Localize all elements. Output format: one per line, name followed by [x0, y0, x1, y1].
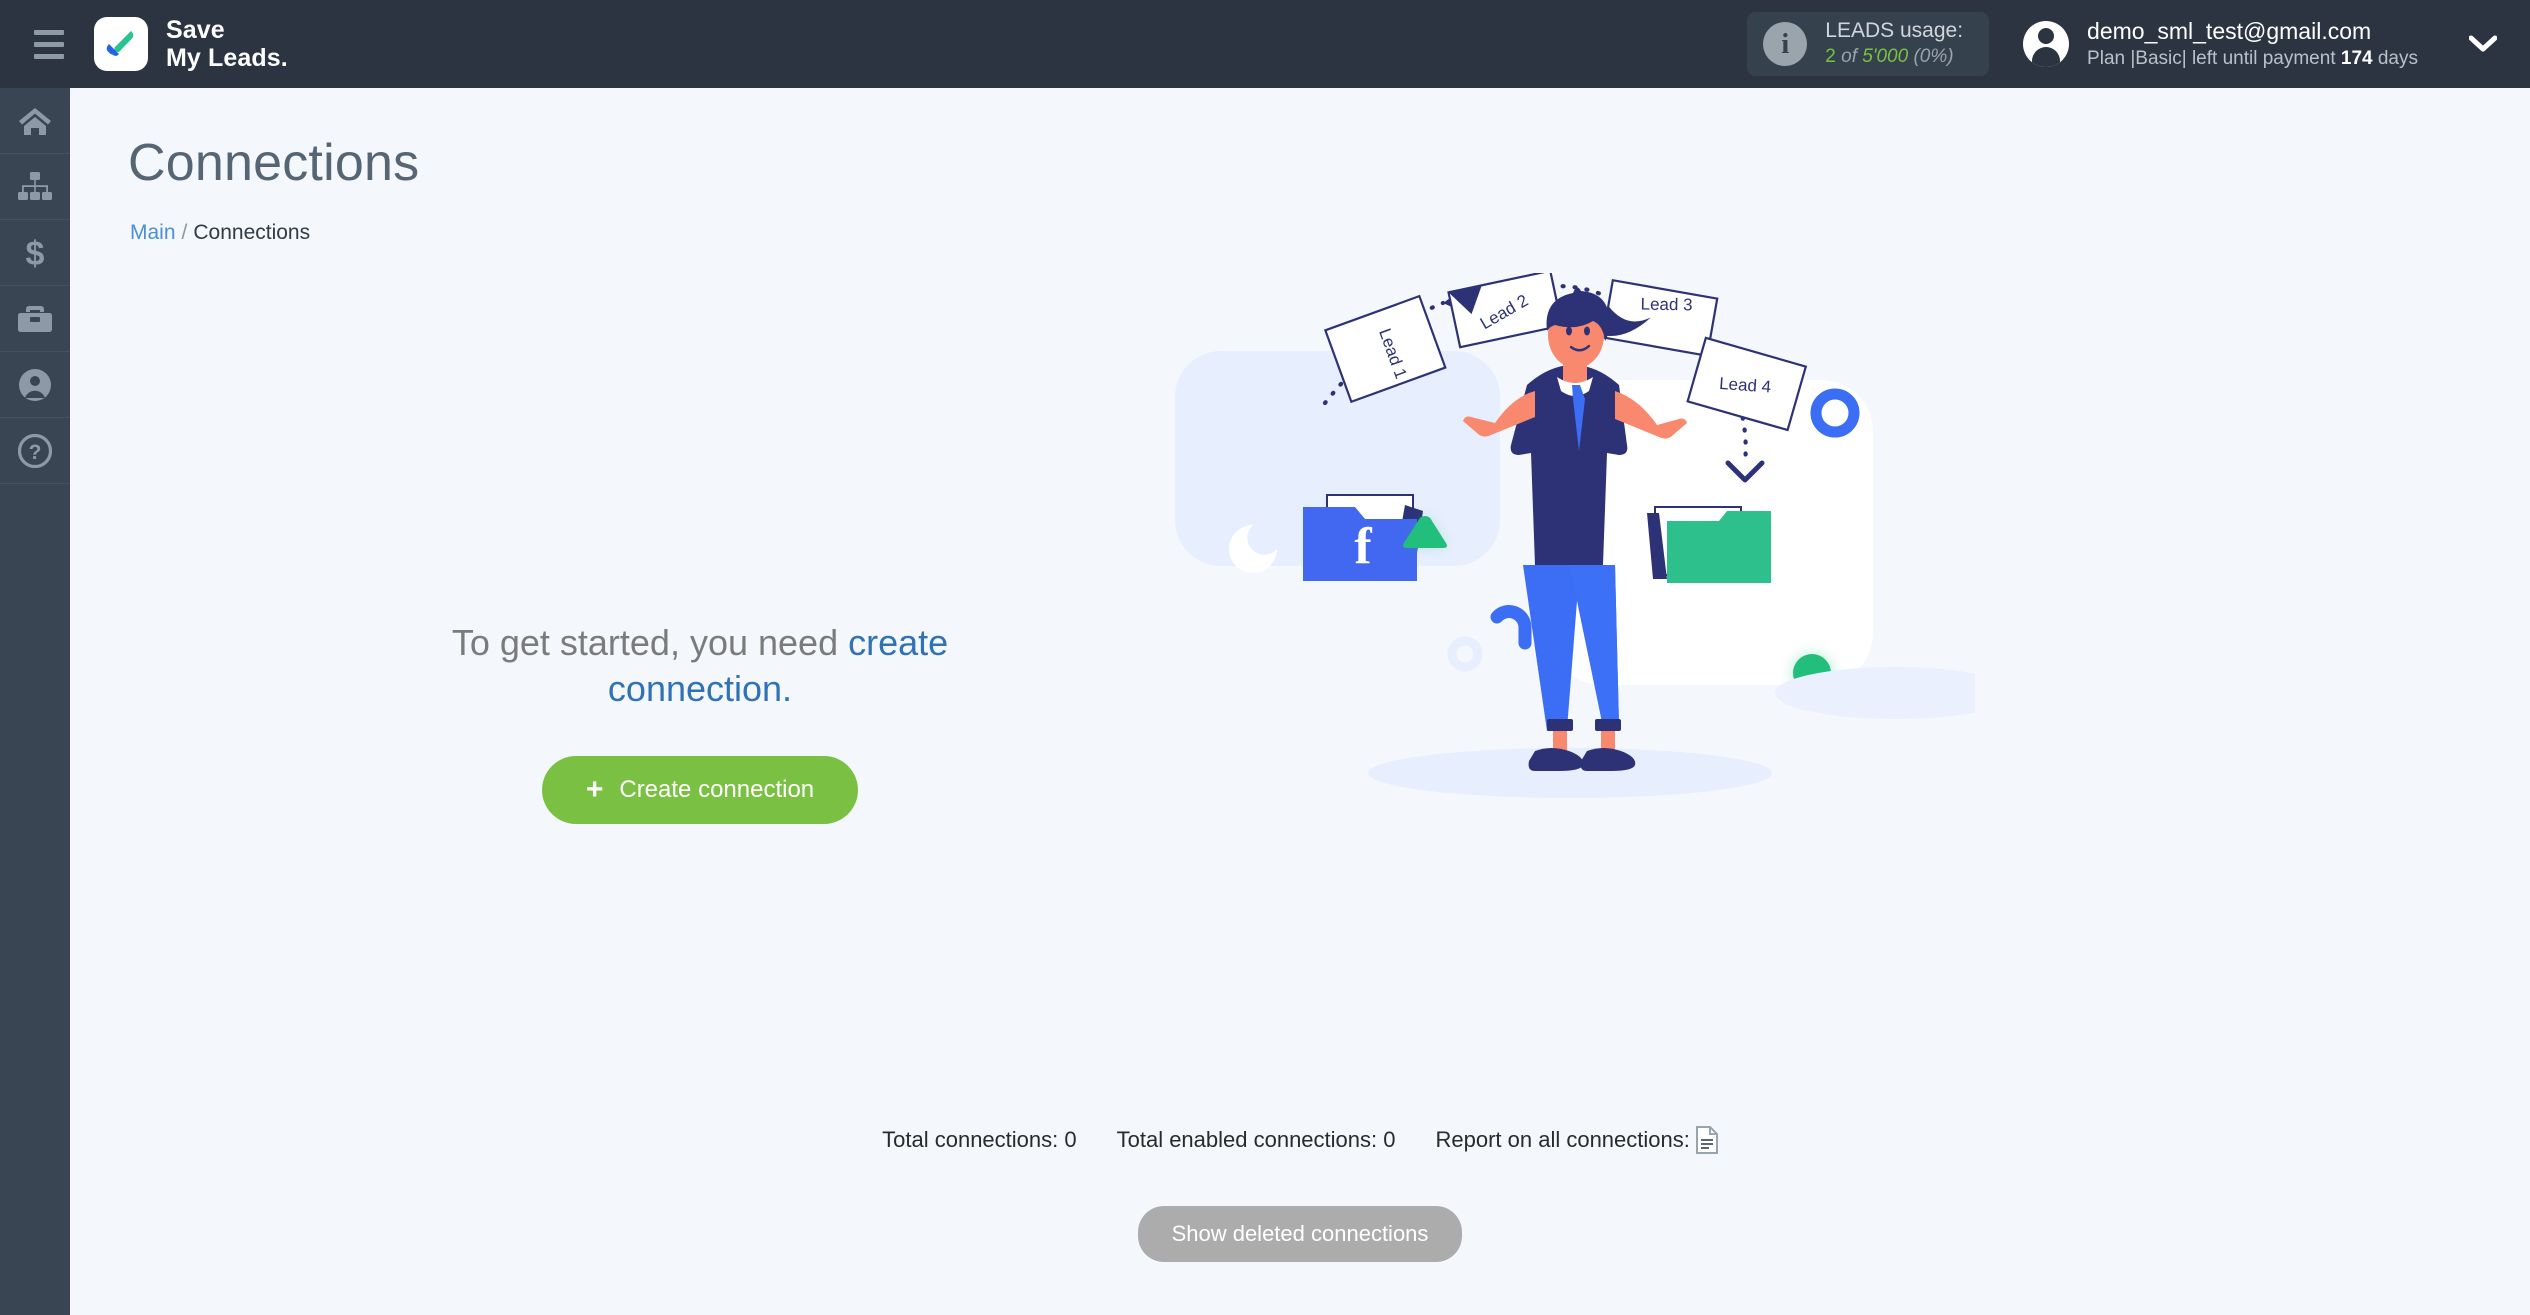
page-title: Connections: [128, 134, 420, 192]
leads-usage-badge[interactable]: i LEADS usage: 2 of 5'000 (0%): [1747, 12, 1990, 76]
breadcrumb-main-link[interactable]: Main: [130, 221, 176, 244]
hamburger-menu-icon[interactable]: [14, 29, 84, 59]
sitemap-icon: [18, 171, 52, 202]
facebook-f-glyph: f: [1354, 518, 1372, 575]
leads-usage-title: LEADS usage:: [1825, 19, 1964, 43]
create-connection-button[interactable]: + Create connection: [541, 756, 859, 825]
leads-total: 5'000: [1862, 46, 1909, 68]
breadcrumb-current: Connections: [193, 221, 311, 244]
report-on-all-connections: Report on all connections:: [1435, 1126, 1718, 1154]
briefcase-icon: [18, 304, 52, 334]
home-icon: [17, 105, 53, 137]
user-avatar-icon: [2023, 20, 2070, 67]
facebook-folder-icon: f: [1303, 494, 1423, 581]
brand-name-line1: Save: [166, 15, 225, 44]
sidebar-item-profile[interactable]: [0, 352, 70, 418]
account-text: demo_sml_test@gmail.com Plan |Basic| lef…: [2087, 17, 2418, 72]
breadcrumb: Main / Connections: [130, 221, 310, 245]
green-folder-icon: [1647, 506, 1771, 583]
brand-logo[interactable]: Save My Leads.: [94, 16, 288, 73]
sidebar-item-payments[interactable]: $: [0, 220, 70, 286]
left-sidebar: $ ?: [0, 88, 70, 1315]
show-deleted-wrapper: Show deleted connections: [70, 1206, 2530, 1262]
lead-label-3: Lead 3: [1640, 295, 1692, 315]
account-menu[interactable]: demo_sml_test@gmail.com Plan |Basic| lef…: [2023, 17, 2418, 72]
brand-name-line2: My Leads.: [166, 44, 288, 72]
hamburger-line: [34, 41, 64, 47]
document-report-icon[interactable]: [1695, 1126, 1718, 1154]
checkmark-logo-icon: [94, 17, 148, 71]
total-enabled-connections-stat: Total enabled connections: 0: [1116, 1127, 1396, 1152]
dollar-icon: $: [22, 235, 48, 271]
breadcrumb-separator: /: [181, 221, 188, 244]
sidebar-item-business[interactable]: [0, 286, 70, 352]
sidebar-item-help[interactable]: ?: [0, 418, 70, 484]
leads-usage-value: 2 of 5'000 (0%): [1825, 45, 1963, 69]
account-plan: Plan |Basic| left until payment 174 days: [2087, 47, 2418, 72]
account-email: demo_sml_test@gmail.com: [2087, 17, 2372, 44]
plan-days: 174: [2340, 47, 2373, 69]
pale-ring-decoration: [1447, 636, 1483, 672]
plus-icon: +: [585, 773, 604, 807]
lead-paper-2: Lead 2: [1447, 273, 1564, 349]
leads-of: of: [1835, 46, 1863, 68]
leads-usage-text: LEADS usage: 2 of 5'000 (0%): [1825, 18, 1963, 69]
question-circle-icon: ?: [18, 433, 52, 468]
show-deleted-connections-button[interactable]: Show deleted connections: [1137, 1206, 1463, 1262]
report-label: Report on all connections:: [1435, 1127, 1690, 1152]
leads-transfer-illustration: Lead 1 Lead 2 Lead 3 Lead 4 f: [1175, 273, 1975, 923]
user-circle-icon: [18, 368, 52, 402]
hamburger-line: [34, 29, 64, 35]
header-right-group: i LEADS usage: 2 of 5'000 (0%) demo_sml_…: [1747, 0, 2530, 88]
empty-state-text: To get started, you need create connecti…: [370, 620, 1030, 712]
svg-text:$: $: [26, 235, 45, 271]
sidebar-item-connections[interactable]: [0, 154, 70, 220]
empty-state-block: To get started, you need create connecti…: [370, 620, 1030, 825]
create-connection-button-label: Create connection: [619, 776, 815, 804]
connections-stats-row: Total connections: 0 Total enabled conne…: [70, 1126, 2530, 1154]
leads-percent: (0%): [1913, 46, 1954, 68]
chevron-down-icon[interactable]: [2468, 35, 2498, 53]
empty-state-text-plain: To get started, you need: [451, 622, 849, 663]
blue-hook-decoration: [1490, 605, 1532, 650]
plan-prefix: Plan |Basic| left until payment: [2087, 47, 2341, 69]
top-header-bar: Save My Leads. i LEADS usage: 2 of 5'000…: [0, 0, 2530, 88]
main-content: Connections Main / Connections Lead 1 Le…: [70, 88, 2530, 1315]
plan-suffix: days: [2372, 47, 2418, 69]
svg-text:?: ?: [29, 441, 42, 464]
lead-paper-3: Lead 3: [1601, 278, 1719, 358]
lead-label-4: Lead 4: [1719, 374, 1772, 397]
leads-used: 2: [1825, 46, 1836, 68]
total-connections-stat: Total connections: 0: [882, 1127, 1077, 1152]
hamburger-line: [34, 53, 64, 59]
info-icon: i: [1763, 22, 1808, 66]
brand-name: Save My Leads.: [166, 16, 288, 73]
sidebar-item-home[interactable]: [0, 88, 70, 154]
